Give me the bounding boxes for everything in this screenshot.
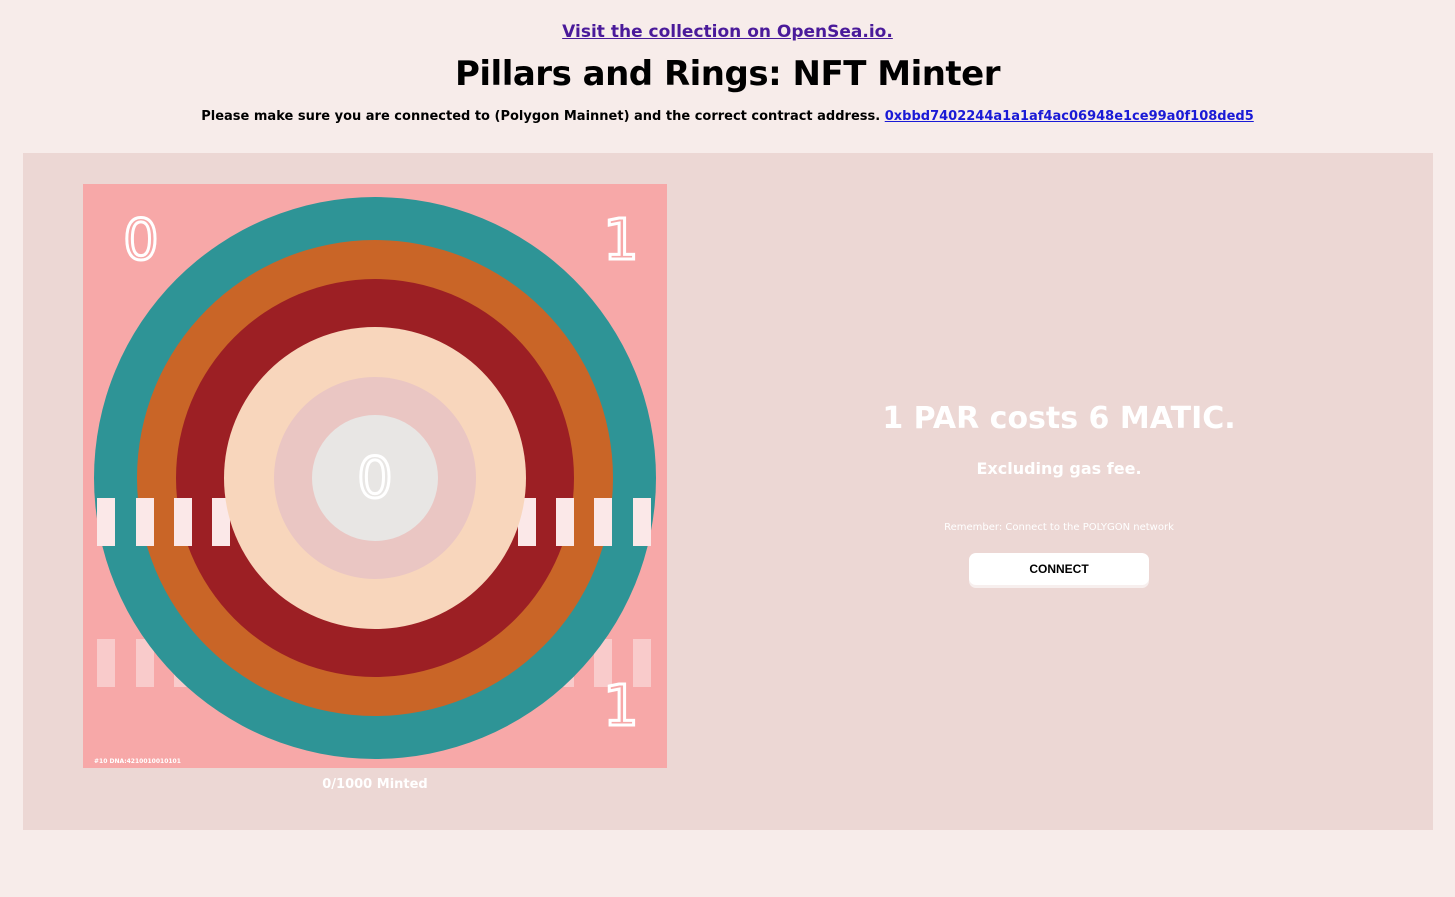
page-title: Pillars and Rings: NFT Minter bbox=[454, 54, 1001, 94]
nft-corner-digit-top-right: 1 bbox=[603, 208, 639, 273]
network-notice-text: Please make sure you are connected to (P… bbox=[201, 109, 881, 124]
nft-preview-image: 0 1 1 0 #10 DNA:4210010010101 bbox=[83, 184, 667, 768]
nft-dna-label: #10 DNA:4210010010101 bbox=[94, 758, 181, 765]
network-reminder: Remember: Connect to the POLYGON network bbox=[944, 522, 1174, 533]
mint-panel: 0 1 1 0 #10 DNA:4210010010101 0/1000 Min… bbox=[23, 153, 1433, 830]
contract-address-link[interactable]: 0xbbd7402244a1a1af4ac06948e1ce99a0f108de… bbox=[885, 109, 1254, 124]
price-heading: 1 PAR costs 6 MATIC. bbox=[882, 401, 1236, 436]
nft-corner-digit-bottom-right: 1 bbox=[603, 674, 639, 739]
connect-button[interactable]: CONNECT bbox=[969, 553, 1149, 585]
gas-fee-note: Excluding gas fee. bbox=[976, 459, 1142, 478]
network-notice: Please make sure you are connected to (P… bbox=[0, 109, 1455, 124]
nft-corner-digit-top-left: 0 bbox=[123, 208, 159, 273]
minted-count: 0/1000 Minted bbox=[322, 777, 428, 792]
opensea-link[interactable]: Visit the collection on OpenSea.io. bbox=[0, 22, 1455, 42]
nft-center-digit: 0 bbox=[357, 446, 393, 511]
